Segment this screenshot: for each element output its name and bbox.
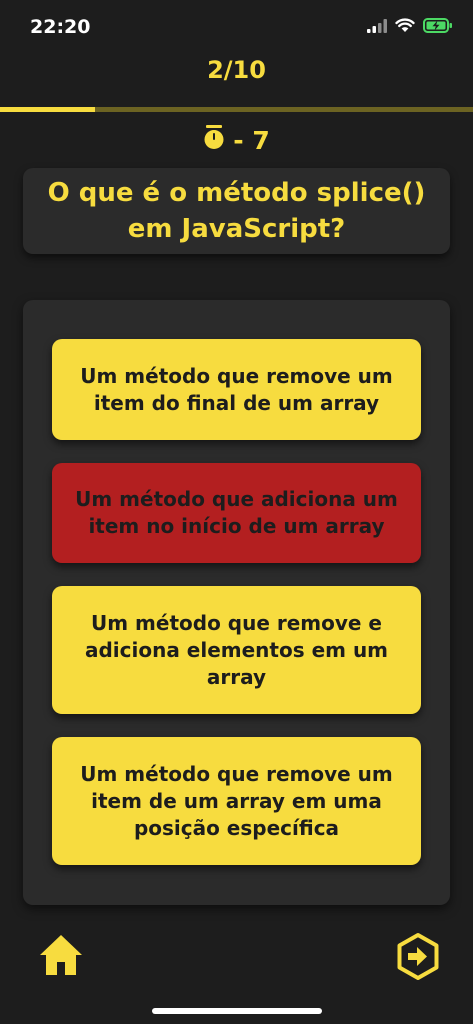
signal-icon — [367, 18, 387, 37]
answer-option-3[interactable]: Um método que remove e adiciona elemento… — [52, 586, 421, 714]
answer-option-1[interactable]: Um método que remove um item do final de… — [52, 339, 421, 440]
stopwatch-icon — [203, 125, 225, 156]
home-button[interactable] — [38, 933, 84, 977]
answer-option-text: Um método que remove e adiciona elemento… — [84, 610, 389, 689]
answer-option-text: Um método que remove um item de um array… — [80, 761, 393, 840]
battery-charging-icon — [423, 18, 453, 37]
progress-bar-fill — [0, 107, 95, 112]
answer-option-text: Um método que adiciona um item no início… — [75, 487, 398, 538]
status-time: 22:20 — [30, 16, 91, 38]
home-icon — [38, 935, 84, 981]
question-card: O que é o método splice() em JavaScript? — [23, 168, 450, 254]
next-button[interactable] — [395, 932, 441, 982]
question-progress-label: 2/10 — [207, 56, 266, 84]
timer: - 7 — [0, 125, 473, 156]
answer-option-text: Um método que remove um item do final de… — [80, 363, 393, 415]
progress-bar — [0, 107, 473, 112]
home-indicator — [152, 1008, 322, 1014]
answers-panel: Um método que remove um item do final de… — [23, 300, 450, 905]
answer-option-4[interactable]: Um método que remove um item de um array… — [52, 737, 421, 865]
wifi-icon — [395, 18, 415, 37]
status-icons — [367, 18, 453, 37]
bottom-nav — [0, 925, 473, 995]
status-bar: 22:20 — [0, 0, 473, 56]
timer-value: - 7 — [233, 126, 270, 155]
question-text: O que é o método splice() em JavaScript? — [47, 178, 426, 244]
answer-option-2[interactable]: Um método que adiciona um item no início… — [52, 463, 421, 563]
next-arrow-icon — [395, 933, 441, 986]
